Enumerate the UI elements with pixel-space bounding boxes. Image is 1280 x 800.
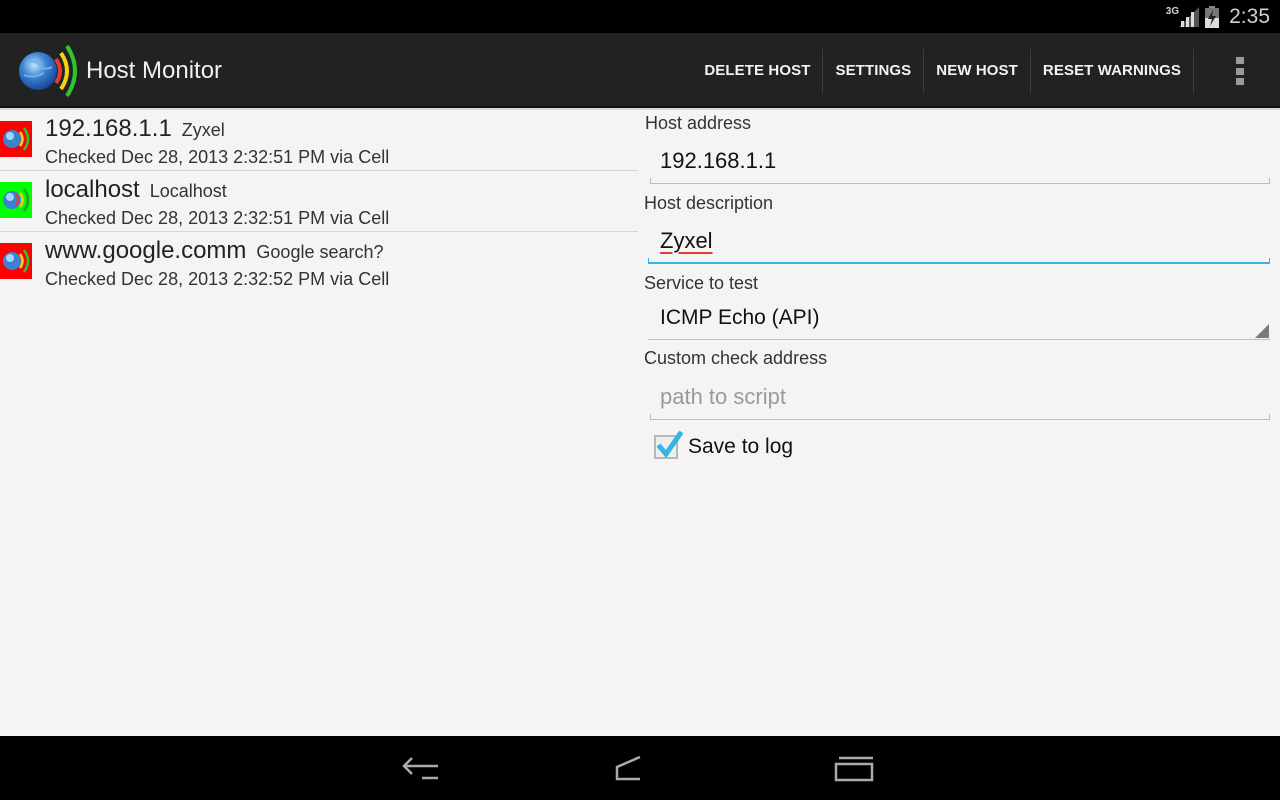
save-to-log-checkbox[interactable] bbox=[654, 431, 683, 459]
host-address-label: Host address bbox=[645, 113, 752, 133]
recent-apps-icon[interactable] bbox=[824, 750, 884, 786]
host-name: localhost bbox=[45, 176, 140, 203]
service-to-test-value: ICMP Echo (API) bbox=[660, 306, 820, 329]
back-icon[interactable] bbox=[394, 750, 454, 786]
app-title: Host Monitor bbox=[86, 57, 223, 84]
host-description: Zyxel bbox=[181, 120, 225, 140]
host-description-input[interactable]: Zyxel bbox=[648, 224, 1270, 264]
clock: 2:35 bbox=[1229, 5, 1270, 28]
reset-warnings-button[interactable]: RESET WARNINGS bbox=[1031, 49, 1194, 93]
host-address-value: 192.168.1.1 bbox=[660, 148, 777, 173]
settings-button[interactable]: SETTINGS bbox=[823, 49, 925, 93]
custom-check-address-label: Custom check address bbox=[644, 348, 828, 368]
action-buttons: DELETE HOST SETTINGS NEW HOST RESET WARN… bbox=[692, 49, 1194, 93]
host-list: 192.168.1.1 Zyxel Checked Dec 28, 2013 2:… bbox=[0, 110, 638, 293]
host-status-down-icon bbox=[0, 243, 32, 279]
checkmark-icon bbox=[657, 431, 683, 459]
host-status-text: Checked Dec 28, 2013 2:32:51 PM via Cell bbox=[45, 208, 390, 228]
delete-host-button[interactable]: DELETE HOST bbox=[692, 49, 824, 93]
host-address-input[interactable]: 192.168.1.1 bbox=[650, 144, 1270, 184]
action-bar: Host Monitor DELETE HOST SETTINGS NEW HO… bbox=[0, 33, 1280, 108]
navigation-bar bbox=[0, 736, 1280, 800]
signal-icon bbox=[1179, 7, 1200, 27]
host-list-item[interactable]: localhost Localhost Checked Dec 28, 2013 … bbox=[0, 171, 638, 232]
host-list-item[interactable]: www.google.comm Google search? Checked De… bbox=[0, 232, 638, 293]
overflow-menu-icon[interactable] bbox=[1236, 57, 1244, 85]
host-description-value: Zyxel bbox=[660, 228, 713, 253]
host-status-up-icon bbox=[0, 182, 32, 218]
host-description-label: Host description bbox=[644, 193, 774, 213]
status-bar: 3G 2:35 bbox=[0, 0, 1280, 33]
host-name: 192.168.1.1 bbox=[45, 115, 172, 142]
host-status-text: Checked Dec 28, 2013 2:32:52 PM via Cell bbox=[45, 269, 390, 289]
service-to-test-label: Service to test bbox=[644, 273, 759, 293]
host-status-text: Checked Dec 28, 2013 2:32:51 PM via Cell bbox=[45, 147, 390, 167]
main-content: 192.168.1.1 Zyxel Checked Dec 28, 2013 2:… bbox=[0, 108, 1280, 736]
host-list-item[interactable]: 192.168.1.1 Zyxel Checked Dec 28, 2013 2:… bbox=[0, 110, 638, 171]
host-status-down-icon bbox=[0, 121, 32, 157]
new-host-button[interactable]: NEW HOST bbox=[924, 49, 1031, 93]
network-type-label: 3G bbox=[1165, 5, 1180, 17]
host-description: Localhost bbox=[149, 181, 227, 201]
custom-check-address-input[interactable]: path to script bbox=[650, 380, 1270, 420]
app-logo-icon[interactable] bbox=[16, 41, 78, 99]
dropdown-arrow-icon bbox=[1255, 324, 1269, 338]
service-to-test-dropdown[interactable]: ICMP Echo (API) bbox=[648, 300, 1270, 340]
save-to-log-row[interactable]: Save to log bbox=[654, 431, 794, 462]
battery-charging-icon bbox=[1205, 6, 1220, 28]
custom-check-address-placeholder: path to script bbox=[660, 384, 786, 409]
host-name: www.google.comm bbox=[45, 237, 247, 264]
home-icon[interactable] bbox=[600, 750, 660, 786]
save-to-log-label: Save to log bbox=[688, 435, 794, 458]
host-description: Google search? bbox=[256, 242, 384, 262]
